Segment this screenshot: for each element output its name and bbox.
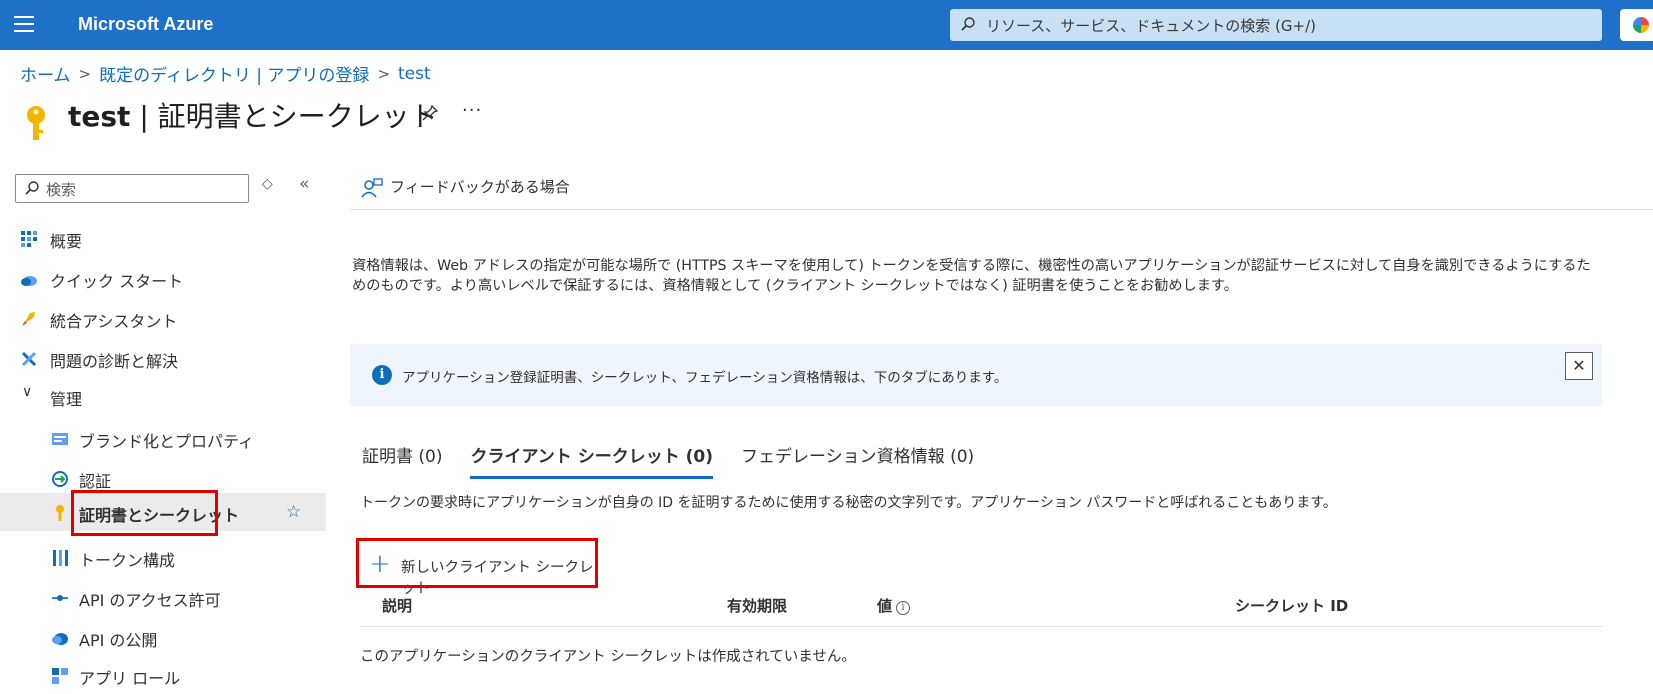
sidebar-item-branding-properties[interactable]: ブランド化とプロパティ bbox=[0, 419, 326, 457]
branding-icon bbox=[52, 433, 68, 445]
sidebar-item-token-configuration[interactable]: トークン構成 bbox=[0, 538, 326, 576]
top-bar: Microsoft Azure リソース、サービス、ドキュメントの検索 (G+/… bbox=[0, 0, 1653, 50]
authentication-icon bbox=[52, 471, 68, 487]
search-icon bbox=[961, 17, 975, 31]
tab-description: トークンの要求時にアプリケーションが自身の ID を証明するために使用する秘密の… bbox=[360, 495, 1337, 511]
sidebar-item-quickstart[interactable]: クイック スタート bbox=[0, 259, 326, 297]
brand-title[interactable]: Microsoft Azure bbox=[78, 14, 213, 35]
tab-client-secrets[interactable]: クライアント シークレット (0) bbox=[470, 442, 714, 479]
empty-table-message: このアプリケーションのクライアント シークレットは作成されていません。 bbox=[360, 649, 856, 665]
rocket-icon bbox=[22, 312, 35, 326]
pin-icon[interactable] bbox=[421, 104, 439, 127]
favorite-star-icon[interactable]: ☆ bbox=[286, 502, 301, 522]
global-search-input[interactable]: リソース、サービス、ドキュメントの検索 (G+/) bbox=[950, 9, 1602, 41]
copilot-icon bbox=[1633, 17, 1649, 33]
credential-tabs: 証明書 (0) クライアント シークレット (0) フェデレーション資格情報 (… bbox=[362, 442, 1002, 479]
info-banner-text: アプリケーション登録証明書、シークレット、フェデレーション資格情報は、下のタブに… bbox=[402, 370, 1008, 386]
sidebar-search-placeholder: 検索 bbox=[46, 181, 77, 199]
column-header-expires: 有効期限 bbox=[727, 597, 788, 615]
api-permissions-icon bbox=[52, 595, 68, 601]
app-roles-icon bbox=[52, 668, 68, 684]
search-icon bbox=[25, 181, 39, 195]
highlight-box bbox=[356, 538, 598, 588]
credentials-description: 資格情報は、Web アドレスの指定が可能な場所で (HTTPS スキーマを使用し… bbox=[352, 258, 1591, 294]
chevron-down-icon: ∨ bbox=[22, 384, 33, 400]
breadcrumb-app-registrations[interactable]: 既定のディレクトリ | アプリの登録 bbox=[99, 61, 369, 86]
breadcrumb: ホーム > 既定のディレクトリ | アプリの登録 > test bbox=[20, 61, 431, 87]
sidebar-item-api-permissions[interactable]: API のアクセス許可 bbox=[0, 578, 326, 616]
feedback-icon bbox=[361, 178, 383, 198]
global-search-placeholder: リソース、サービス、ドキュメントの検索 (G+/) bbox=[986, 17, 1316, 35]
breadcrumb-separator: > bbox=[377, 64, 391, 83]
page-title: test | 証明書とシークレット bbox=[68, 100, 438, 133]
cloud-icon bbox=[52, 633, 68, 645]
token-config-icon bbox=[53, 550, 68, 566]
sidebar-item-integration-assistant[interactable]: 統合アシスタント bbox=[0, 299, 326, 337]
breadcrumb-test[interactable]: test bbox=[398, 64, 431, 84]
sidebar-item-app-roles[interactable]: アプリ ロール bbox=[0, 656, 326, 694]
sidebar-search-input[interactable]: 検索 bbox=[15, 174, 249, 203]
column-header-description: 説明 bbox=[382, 597, 413, 615]
sidebar-item-overview[interactable]: 概要 bbox=[0, 219, 326, 257]
highlight-box bbox=[71, 490, 218, 536]
info-icon[interactable]: i bbox=[896, 601, 911, 615]
hamburger-menu-icon[interactable] bbox=[14, 16, 34, 32]
copilot-button[interactable] bbox=[1620, 9, 1653, 41]
close-icon[interactable]: ✕ bbox=[1565, 352, 1593, 380]
sidebar-group-manage[interactable]: ∨ 管理 bbox=[0, 377, 326, 415]
table-header-divider bbox=[360, 626, 1602, 627]
sidebar-item-expose-api[interactable]: API の公開 bbox=[0, 618, 326, 656]
feedback-button[interactable]: フィードバックがある場合 bbox=[390, 176, 570, 197]
key-icon bbox=[27, 106, 45, 140]
overview-icon bbox=[21, 231, 37, 247]
cloud-icon bbox=[21, 276, 37, 286]
wrench-icon bbox=[21, 351, 37, 367]
sidebar-item-diagnose-solve[interactable]: 問題の診断と解決 bbox=[0, 339, 326, 377]
more-options-button[interactable]: ··· bbox=[462, 100, 482, 121]
tab-certificates[interactable]: 証明書 (0) bbox=[362, 442, 442, 479]
column-header-value: 値i bbox=[877, 595, 911, 616]
info-icon: i bbox=[372, 365, 392, 385]
breadcrumb-home[interactable]: ホーム bbox=[20, 61, 71, 86]
breadcrumb-separator: > bbox=[78, 64, 92, 83]
divider bbox=[350, 209, 1653, 210]
info-banner: i アプリケーション登録証明書、シークレット、フェデレーション資格情報は、下のタ… bbox=[350, 344, 1602, 406]
tab-federated-credentials[interactable]: フェデレーション資格情報 (0) bbox=[741, 442, 974, 479]
collapse-sidebar-icon[interactable]: « bbox=[299, 174, 309, 194]
sort-toggle-icon[interactable]: ◇ bbox=[262, 176, 273, 192]
key-icon bbox=[56, 505, 64, 521]
column-header-secret-id: シークレット ID bbox=[1235, 597, 1349, 615]
